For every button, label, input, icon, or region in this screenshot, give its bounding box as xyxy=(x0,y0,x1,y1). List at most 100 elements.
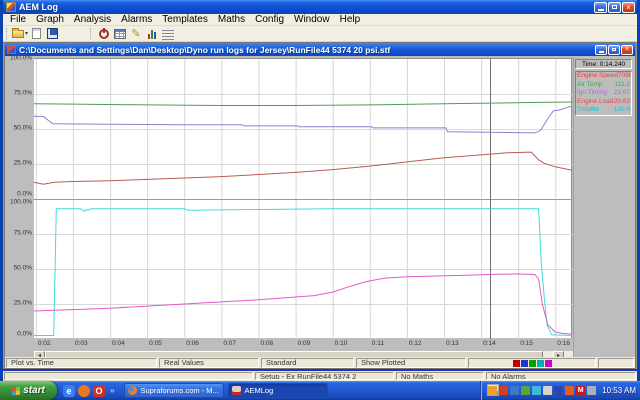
start-label: start xyxy=(23,385,45,396)
close-button[interactable]: × xyxy=(622,2,635,13)
doc-minimize-button[interactable] xyxy=(595,45,607,55)
new-document-button[interactable] xyxy=(28,27,44,41)
legend-time: Time: 0:14.240 xyxy=(575,59,632,69)
minimize-button[interactable] xyxy=(594,2,607,13)
firefox-icon xyxy=(128,386,137,395)
quick-launch-opera[interactable]: O xyxy=(93,385,105,397)
top-air-temp-line xyxy=(34,102,572,106)
legend-name: Engine Load xyxy=(577,98,614,107)
quick-launch-overflow[interactable]: » xyxy=(108,386,116,395)
network-icon[interactable] xyxy=(532,386,541,395)
document-titlebar[interactable]: C:\Documents and Settings\Dan\Desktop\Dy… xyxy=(5,43,635,56)
legend-row: Throttle 100.0 xyxy=(576,106,631,115)
legend-panel: Time: 0:14.240 Engine Speed7098Air Temp1… xyxy=(573,58,633,357)
status-alarms: No Alarms xyxy=(486,372,636,380)
legend-name: Throttle xyxy=(577,106,599,115)
legend-row: Engine Speed7098 xyxy=(576,72,631,81)
x-tick-label: 0:12 xyxy=(409,340,422,347)
chart-area: 100.0% 75.0% 50.0% 25.0% 0.0% 100.0% 75.0% 50.0… xyxy=(5,56,635,357)
start-button[interactable]: start xyxy=(0,381,57,400)
x-tick-label: 0:06 xyxy=(186,340,199,347)
color-chip[interactable] xyxy=(537,360,544,367)
power-icon xyxy=(99,29,109,39)
mcafee-icon[interactable]: M xyxy=(576,386,585,395)
y-tick-label: 75.0% xyxy=(14,90,32,97)
app-title: AEM Log xyxy=(19,2,594,12)
top-engine-speed-line xyxy=(34,152,572,184)
menu-analysis[interactable]: Analysis xyxy=(69,14,116,26)
legend-rows: Engine Speed7098Air Temp111.2Ign Timing2… xyxy=(575,71,632,116)
restore-button[interactable] xyxy=(608,2,621,13)
y-tick-label: 100.0% xyxy=(10,56,32,62)
aemlog-app-icon xyxy=(6,2,16,12)
quick-launch-ie[interactable]: e xyxy=(63,385,75,397)
menu-maths[interactable]: Maths xyxy=(213,14,250,26)
doc-close-button[interactable]: × xyxy=(621,45,633,55)
menu-config[interactable]: Config xyxy=(250,14,289,26)
color-chip[interactable] xyxy=(529,360,536,367)
y-tick-label: 25.0% xyxy=(14,300,32,307)
menu-templates[interactable]: Templates xyxy=(157,14,213,26)
menu-help[interactable]: Help xyxy=(335,14,366,26)
nvidia-icon[interactable] xyxy=(521,386,530,395)
y-tick-label: 0.0% xyxy=(17,331,32,338)
task-label: AEMLog xyxy=(244,386,273,395)
bottom-throttle-line xyxy=(34,209,572,336)
legend-value: 100.0 xyxy=(614,106,630,115)
desktop: AEM Log × FileGraphAnalysisAlarmsTemplat… xyxy=(0,0,640,400)
messenger-icon[interactable] xyxy=(488,386,497,395)
status-plot-mode: Plot vs. Time xyxy=(6,358,157,368)
y-tick-label: 100.0% xyxy=(10,199,32,206)
x-tick-label: 0:11 xyxy=(372,340,384,347)
y-tick-label: 50.0% xyxy=(14,265,32,272)
menu-window[interactable]: Window xyxy=(289,14,335,26)
quick-launch-firefox[interactable] xyxy=(78,385,90,397)
legend-value: 21.67 xyxy=(614,89,630,98)
volume-icon[interactable] xyxy=(543,386,552,395)
x-tick-label: 0:07 xyxy=(223,340,236,347)
legend-value: 20.82 xyxy=(614,98,630,107)
y-tick-label: 75.0% xyxy=(14,230,32,237)
task-button-aem[interactable]: AEMLog xyxy=(228,383,328,398)
firewall-icon[interactable] xyxy=(565,386,574,395)
scrollbar-thumb[interactable] xyxy=(45,351,543,357)
save-button[interactable] xyxy=(44,27,60,41)
power-button[interactable] xyxy=(96,27,112,41)
taskbar-clock: 10:53 AM xyxy=(602,386,636,395)
x-tick-label: 0:08 xyxy=(260,340,273,347)
task-button-firefox[interactable]: Supraforums.com - M... xyxy=(124,383,224,398)
aem-icon xyxy=(232,386,241,395)
scroll-left-arrow[interactable]: ◂ xyxy=(34,351,45,357)
menu-file[interactable]: File xyxy=(5,14,31,26)
document-status-bar: Plot vs. Time Real Values Standard Show … xyxy=(5,357,635,368)
color-chip[interactable] xyxy=(545,360,552,367)
scroll-right-arrow[interactable]: ▸ xyxy=(553,351,564,357)
menu-graph[interactable]: Graph xyxy=(31,14,69,26)
edit-button[interactable]: ✎ xyxy=(128,27,144,41)
app-titlebar[interactable]: AEM Log × xyxy=(3,0,637,14)
menu-bar: FileGraphAnalysisAlarmsTemplatesMathsCon… xyxy=(3,14,637,26)
x-tick-label: 0:09 xyxy=(298,340,311,347)
status-template: Standard xyxy=(261,358,354,368)
wireless-icon[interactable] xyxy=(587,386,596,395)
list-button[interactable] xyxy=(160,27,176,41)
x-tick-label: 0:03 xyxy=(75,340,88,347)
menu-alarms[interactable]: Alarms xyxy=(116,14,157,26)
open-button[interactable]: ▾ xyxy=(12,27,28,41)
status-empty xyxy=(4,372,253,380)
plot-canvas[interactable] xyxy=(34,58,572,338)
save-icon xyxy=(47,28,58,39)
doc-restore-button[interactable] xyxy=(608,45,620,55)
antivirus-icon[interactable] xyxy=(554,386,563,395)
legend-row: Ign Timing21.67 xyxy=(576,89,631,98)
y-tick-label: 50.0% xyxy=(14,125,32,132)
horizontal-scrollbar[interactable]: ◂ ▸ xyxy=(34,351,576,357)
x-tick-label: 0:14 xyxy=(483,340,496,347)
color-chip[interactable] xyxy=(513,360,520,367)
update-icon[interactable] xyxy=(499,386,508,395)
chart-button[interactable] xyxy=(144,27,160,41)
color-chip[interactable] xyxy=(521,360,528,367)
document-icon xyxy=(7,45,16,54)
data-table-button[interactable] xyxy=(112,27,128,41)
display-icon[interactable] xyxy=(510,386,519,395)
